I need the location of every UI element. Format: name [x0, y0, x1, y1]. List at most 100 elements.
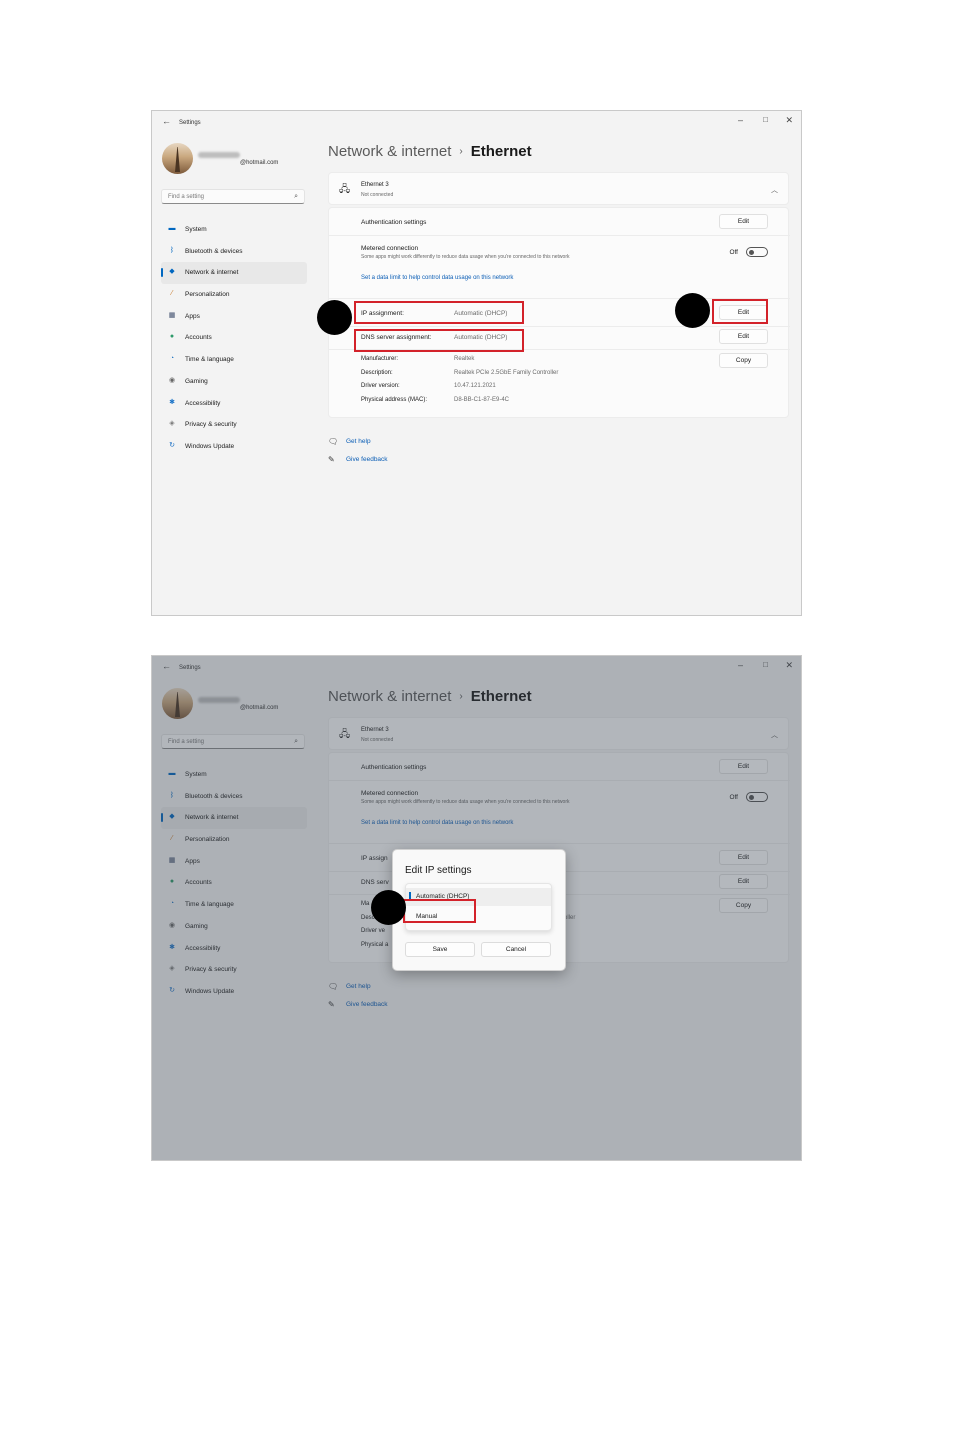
step-marker: [317, 300, 352, 335]
sidebar-item-apps[interactable]: ▦ Apps: [161, 306, 307, 328]
step-marker: [371, 890, 406, 925]
option-automatic-dhcp[interactable]: Automatic (DHCP): [406, 888, 551, 906]
sidebar-item-network-internet[interactable]: ◆ Network & internet: [161, 262, 307, 285]
sidebar-item-accounts[interactable]: ● Accounts: [161, 327, 307, 349]
detail-key: Physical address (MAC):: [361, 397, 428, 403]
copy-button[interactable]: Copy: [719, 353, 768, 368]
data-limit-link[interactable]: Set a data limit to help control data us…: [361, 275, 513, 281]
search-input[interactable]: Find a setting ⌕: [161, 189, 305, 204]
ip-assignment-row: IP assignment: Automatic (DHCP) Edit: [329, 298, 790, 327]
metered-toggle[interactable]: [746, 247, 768, 257]
ethernet-status: Not connected: [361, 192, 394, 198]
sidebar-item-gaming[interactable]: ◉ Gaming: [161, 371, 307, 393]
dns-assignment-label: DNS server assignment:: [361, 334, 432, 341]
globe-clock-icon: ◔: [169, 355, 175, 363]
detail-value: D8-BB-C1-87-E9-4C: [454, 397, 510, 403]
search-icon: ⌕: [294, 193, 298, 200]
metered-row: Metered connection Some apps might work …: [329, 235, 790, 299]
close-icon[interactable]: ✕: [785, 115, 793, 126]
page-title: Ethernet: [470, 143, 532, 160]
title-bar: ← Settings – □ ✕: [152, 111, 801, 133]
apps-icon: ▦: [168, 311, 176, 319]
person-icon: ●: [169, 333, 175, 341]
sidebar-item-label: Privacy & security: [185, 421, 237, 429]
sidebar-item-label: Gaming: [185, 377, 208, 385]
bluetooth-icon: ᛒ: [169, 246, 175, 254]
search-placeholder: Find a setting: [168, 194, 205, 200]
settings-window-2: ← Settings – □ ✕ @hotmail.com Find a set…: [151, 655, 802, 1161]
sidebar-item-label: Windows Update: [185, 442, 235, 450]
auth-row: Authentication settings Edit: [329, 208, 790, 236]
ip-edit-button[interactable]: Edit: [719, 305, 768, 320]
option-label: Automatic (DHCP): [416, 893, 470, 900]
ethernet-icon: 🖧: [339, 184, 351, 195]
ethernet-name: Ethernet 3: [361, 182, 389, 188]
chevron-up-icon[interactable]: ︿: [771, 185, 778, 195]
breadcrumb: Network & internet › Ethernet: [328, 143, 532, 160]
feedback-icon: ✎: [328, 455, 335, 464]
monitor-icon: ▬: [168, 225, 176, 232]
save-button[interactable]: Save: [405, 942, 475, 957]
option-manual[interactable]: Manual: [406, 908, 551, 926]
maximize-icon[interactable]: □: [763, 115, 768, 124]
ethernet-panel: 🖧 Ethernet 3 Not connected ︿ Authenticat…: [328, 172, 790, 418]
back-arrow-icon[interactable]: ←: [162, 116, 171, 126]
sidebar-item-windows-update[interactable]: ↻ Windows Update: [161, 436, 307, 458]
ethernet-header[interactable]: 🖧 Ethernet 3 Not connected ︿: [328, 172, 789, 205]
ip-mode-dropdown-list[interactable]: Automatic (DHCP) Manual: [405, 883, 552, 931]
brush-icon: ⁄: [171, 290, 173, 298]
detail-value: Realtek PCIe 2.5GbE Family Controller: [454, 370, 559, 376]
dialog-title: Edit IP settings: [405, 865, 472, 876]
sidebar-item-personalization[interactable]: ⁄ Personalization: [161, 284, 307, 306]
sidebar-item-system[interactable]: ▬ System: [161, 219, 307, 241]
sidebar-item-label: Network & internet: [185, 269, 239, 277]
app-title: Settings: [179, 120, 201, 126]
help-icon: 🗨: [328, 437, 339, 446]
gamepad-icon: ◉: [168, 376, 176, 384]
user-email: @hotmail.com: [240, 160, 279, 166]
detail-key: Description:: [361, 370, 393, 376]
update-icon: ↻: [169, 441, 175, 449]
give-feedback-label: Give feedback: [346, 456, 388, 463]
settings-window-1: ← Settings – □ ✕ @hotmail.com Find a set…: [151, 110, 802, 616]
breadcrumb-parent[interactable]: Network & internet: [328, 143, 451, 160]
ip-assignment-label: IP assignment:: [361, 310, 404, 317]
metered-label: Metered connection: [361, 245, 419, 252]
detail-key: Driver version:: [361, 383, 400, 389]
sidebar-item-label: Accessibility: [185, 399, 221, 407]
sidebar-item-label: Bluetooth & devices: [185, 247, 243, 255]
accessibility-icon: ✱: [169, 398, 175, 406]
sidebar-item-accessibility[interactable]: ✱ Accessibility: [161, 393, 307, 415]
get-help-label: Get help: [346, 438, 371, 445]
ip-assignment-value: Automatic (DHCP): [454, 310, 508, 317]
edit-ip-settings-dialog: Edit IP settings Automatic (DHCP) Manual…: [392, 849, 566, 971]
sidebar-item-time-language[interactable]: ◔ Time & language: [161, 349, 307, 371]
ethernet-settings-body: Authentication settings Edit Metered con…: [328, 207, 790, 418]
detail-value: Realtek: [454, 356, 475, 362]
user-name-redacted: [198, 152, 240, 158]
sidebar-item-label: Accounts: [185, 334, 212, 342]
auth-label: Authentication settings: [361, 219, 427, 226]
minimize-icon[interactable]: –: [738, 115, 743, 125]
shield-icon: ◈: [169, 420, 175, 428]
detail-key: Manufacturer:: [361, 356, 399, 362]
option-label: Manual: [416, 913, 438, 920]
step-marker: [675, 293, 710, 328]
sidebar-item-label: Personalization: [185, 291, 230, 299]
dns-assignment-row: DNS server assignment: Automatic (DHCP) …: [329, 326, 790, 350]
detail-value: 10.47.121.2021: [454, 383, 496, 389]
wifi-icon: ◆: [169, 268, 175, 276]
cancel-button[interactable]: Cancel: [481, 942, 551, 957]
metered-toggle-label: Off: [729, 249, 738, 256]
sidebar-item-label: System: [185, 226, 207, 233]
sidebar-item-privacy-security[interactable]: ◈ Privacy & security: [161, 414, 307, 436]
sidebar-item-label: Apps: [185, 312, 200, 320]
sidebar-item-bluetooth-devices[interactable]: ᛒ Bluetooth & devices: [161, 241, 307, 263]
details-row: Manufacturer: Realtek Description: Realt…: [329, 349, 790, 417]
avatar[interactable]: [162, 143, 193, 174]
dns-edit-button[interactable]: Edit: [719, 329, 768, 344]
dns-assignment-value: Automatic (DHCP): [454, 334, 508, 341]
breadcrumb-separator: ›: [459, 146, 463, 157]
auth-edit-button[interactable]: Edit: [719, 214, 768, 229]
sidebar-item-label: Time & language: [185, 356, 234, 364]
